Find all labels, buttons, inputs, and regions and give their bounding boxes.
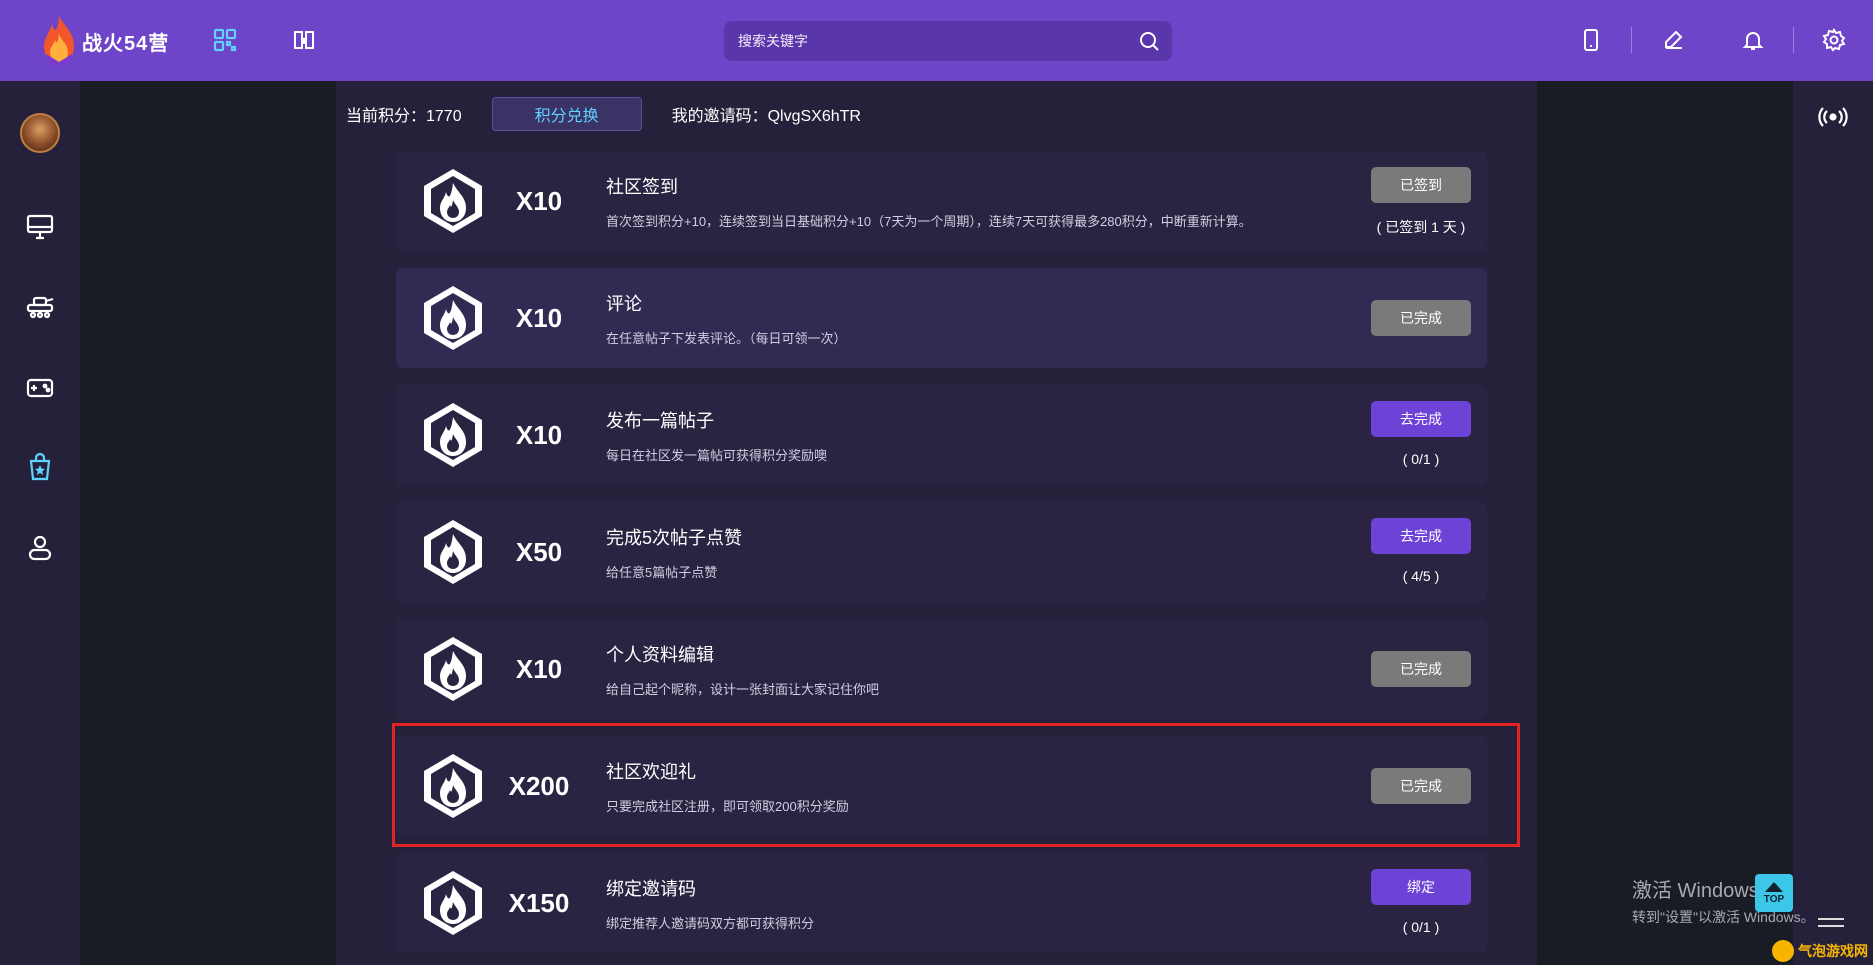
gamepad-icon[interactable] — [24, 371, 56, 403]
go-complete-button[interactable]: 去完成 — [1371, 518, 1471, 554]
completed-button[interactable]: 已完成 — [1371, 651, 1471, 687]
points-multiplier: X150 — [508, 887, 570, 918]
arrow-up-icon — [1765, 881, 1783, 892]
task-item-post: X10 发布一篇帖子 每日在社区发一篇帖可获得积分奖励噢 去完成 ( 0/1 ) — [396, 385, 1487, 485]
divider — [1793, 27, 1794, 53]
task-title: 社区签到 — [606, 177, 678, 197]
task-description: 每日在社区发一篇帖可获得积分奖励噢 — [606, 448, 828, 463]
flame-badge-icon — [424, 871, 482, 935]
edit-icon[interactable] — [1660, 26, 1688, 54]
site-watermark-text: 气泡游戏网 — [1798, 942, 1868, 959]
menu-icon[interactable] — [1818, 918, 1844, 934]
bind-button[interactable]: 绑定 — [1371, 869, 1471, 905]
task-item-invite: X150 绑定邀请码 绑定推荐人邀请码双方都可获得积分 绑定 ( 0/1 ) — [396, 853, 1487, 953]
task-progress: ( 0/1 ) — [1402, 451, 1440, 467]
right-sidebar — [1793, 81, 1873, 965]
flame-badge-icon — [424, 403, 482, 467]
task-description: 给自己起个昵称，设计一张封面让大家记住你吧 — [606, 682, 880, 697]
task-title: 评论 — [606, 294, 642, 314]
site-logo[interactable]: 战火54营 — [40, 14, 169, 68]
search-input[interactable] — [738, 21, 1118, 61]
avatar[interactable] — [20, 113, 60, 153]
top-bar: 战火54营 — [0, 0, 1873, 81]
mobile-icon[interactable] — [1577, 26, 1605, 54]
broadcast-icon[interactable] — [1817, 101, 1849, 133]
highlight-box — [392, 723, 1520, 847]
site-logo-icon — [1772, 939, 1794, 962]
flame-badge-icon — [424, 286, 482, 350]
left-gutter — [80, 81, 336, 965]
invite-code: 我的邀请码：QlvgSX6hTR — [671, 108, 861, 125]
flame-badge-icon — [424, 169, 482, 233]
left-sidebar — [0, 81, 80, 965]
gear-icon[interactable] — [1820, 26, 1848, 54]
task-item-comment: X10 评论 在任意帖子下发表评论。（每日可领一次） 已完成 — [396, 268, 1487, 368]
task-title: 完成5次帖子点赞 — [606, 528, 743, 548]
points-exchange-button[interactable]: 积分兑换 — [491, 97, 642, 131]
task-progress: ( 已签到 1 天 ) — [1376, 219, 1466, 235]
points-bar: 当前积分：1770 积分兑换 我的邀请码：QlvgSX6hTR — [346, 97, 861, 131]
task-progress: ( 4/5 ) — [1402, 568, 1440, 584]
user-icon[interactable] — [24, 531, 56, 563]
checked-in-button[interactable]: 已签到 — [1371, 167, 1471, 203]
tank-icon[interactable] — [24, 291, 56, 323]
task-title: 绑定邀请码 — [606, 879, 696, 899]
completed-button[interactable]: 已完成 — [1371, 300, 1471, 336]
flame-logo-icon — [44, 16, 74, 68]
site-watermark: 气泡游戏网 — [1772, 936, 1872, 965]
logo-text: 战火54营 — [82, 32, 170, 55]
current-points: 当前积分：1770 — [346, 108, 462, 125]
top-label: TOP — [1763, 893, 1785, 905]
task-progress: ( 0/1 ) — [1402, 919, 1440, 935]
go-complete-button[interactable]: 去完成 — [1371, 401, 1471, 437]
points-multiplier: X50 — [515, 536, 563, 567]
task-bag-icon[interactable] — [24, 451, 56, 483]
task-description: 在任意帖子下发表评论。（每日可领一次） — [606, 331, 847, 346]
monitor-icon[interactable] — [24, 211, 56, 243]
points-multiplier: X10 — [515, 185, 563, 216]
search-box — [724, 21, 1172, 61]
divider — [1631, 27, 1632, 53]
points-multiplier: X10 — [515, 302, 563, 333]
points-multiplier: X10 — [515, 653, 563, 684]
bell-icon[interactable] — [1739, 26, 1767, 54]
qrcode-icon[interactable] — [211, 26, 239, 54]
task-description: 首次签到积分+10，连续签到当日基础积分+10（7天为一个周期），连续7天可获得… — [606, 214, 1252, 229]
task-item-profile: X10 个人资料编辑 给自己起个昵称，设计一张封面让大家记住你吧 已完成 — [396, 619, 1487, 719]
book-icon[interactable] — [290, 26, 318, 54]
search-icon[interactable] — [1138, 30, 1160, 52]
back-to-top-button[interactable]: TOP — [1755, 874, 1793, 912]
right-gutter — [1537, 81, 1793, 965]
task-item-like: X50 完成5次帖子点赞 给任意5篇帖子点赞 去完成 ( 4/5 ) — [396, 502, 1487, 602]
task-description: 给任意5篇帖子点赞 — [606, 565, 718, 580]
task-title: 个人资料编辑 — [606, 645, 714, 665]
task-item-checkin: X10 社区签到 首次签到积分+10，连续签到当日基础积分+10（7天为一个周期… — [396, 151, 1487, 251]
points-multiplier: X10 — [515, 419, 563, 450]
flame-badge-icon — [424, 637, 482, 701]
task-description: 绑定推荐人邀请码双方都可获得积分 — [606, 916, 815, 931]
task-title: 发布一篇帖子 — [606, 411, 714, 431]
flame-badge-icon — [424, 520, 482, 584]
